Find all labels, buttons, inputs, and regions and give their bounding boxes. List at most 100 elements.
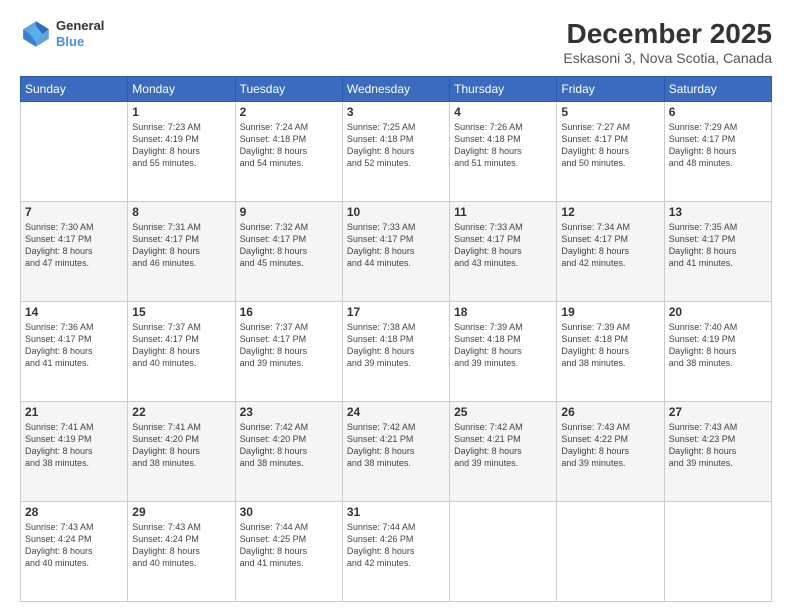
calendar-cell: 27Sunrise: 7:43 AM Sunset: 4:23 PM Dayli… (664, 402, 771, 502)
day-info: Sunrise: 7:23 AM Sunset: 4:19 PM Dayligh… (132, 121, 230, 170)
day-number: 10 (347, 205, 445, 219)
weekday-header-sunday: Sunday (21, 77, 128, 102)
calendar-cell (450, 502, 557, 602)
day-info: Sunrise: 7:40 AM Sunset: 4:19 PM Dayligh… (669, 321, 767, 370)
day-info: Sunrise: 7:43 AM Sunset: 4:24 PM Dayligh… (25, 521, 123, 570)
day-number: 28 (25, 505, 123, 519)
calendar-cell: 24 Sunrise: 7:42 AM Sunset: 4:21 PM Dayli… (342, 402, 449, 502)
calendar-cell: 18 Sunrise: 7:39 AM Sunset: 4:18 PM Dayli… (450, 302, 557, 402)
day-info: Sunrise: 7:38 AM Sunset: 4:18 PM Dayligh… (347, 321, 445, 370)
header: General Blue December 2025 Eskasoni 3, N… (20, 18, 772, 66)
calendar-cell (21, 102, 128, 202)
calendar-cell: 21 Sunrise: 7:41 AM Sunset: 4:19 PM Dayli… (21, 402, 128, 502)
calendar-cell: 17 Sunrise: 7:38 AM Sunset: 4:18 PM Dayli… (342, 302, 449, 402)
calendar-cell: 28 Sunrise: 7:43 AM Sunset: 4:24 PM Dayli… (21, 502, 128, 602)
calendar-cell: 8Sunrise: 7:31 AM Sunset: 4:17 PM Daylig… (128, 202, 235, 302)
day-number: 17 (347, 305, 445, 319)
day-number: 20 (669, 305, 767, 319)
calendar-title: December 2025 (563, 18, 772, 50)
calendar-cell: 23 Sunrise: 7:42 AM Sunset: 4:20 PM Dayli… (235, 402, 342, 502)
day-info: Sunrise: 7:43 AM Sunset: 4:23 PM Dayligh… (669, 421, 767, 470)
day-number: 31 (347, 505, 445, 519)
day-number: 19 (561, 305, 659, 319)
day-number: 18 (454, 305, 552, 319)
day-number: 25 (454, 405, 552, 419)
calendar-cell: 13 Sunrise: 7:35 AM Sunset: 4:17 PM Dayli… (664, 202, 771, 302)
weekday-header-saturday: Saturday (664, 77, 771, 102)
day-info: Sunrise: 7:30 AM Sunset: 4:17 PM Dayligh… (25, 221, 123, 270)
calendar-cell: 30Sunrise: 7:44 AM Sunset: 4:25 PM Dayli… (235, 502, 342, 602)
calendar-cell: 7 Sunrise: 7:30 AM Sunset: 4:17 PM Daylig… (21, 202, 128, 302)
calendar-cell: 1Sunrise: 7:23 AM Sunset: 4:19 PM Daylig… (128, 102, 235, 202)
day-number: 8 (132, 205, 230, 219)
calendar-table: SundayMondayTuesdayWednesdayThursdayFrid… (20, 76, 772, 602)
day-info: Sunrise: 7:33 AM Sunset: 4:17 PM Dayligh… (454, 221, 552, 270)
day-number: 11 (454, 205, 552, 219)
day-number: 9 (240, 205, 338, 219)
day-info: Sunrise: 7:35 AM Sunset: 4:17 PM Dayligh… (669, 221, 767, 270)
day-info: Sunrise: 7:36 AM Sunset: 4:17 PM Dayligh… (25, 321, 123, 370)
day-info: Sunrise: 7:29 AM Sunset: 4:17 PM Dayligh… (669, 121, 767, 170)
day-number: 3 (347, 105, 445, 119)
day-info: Sunrise: 7:42 AM Sunset: 4:21 PM Dayligh… (454, 421, 552, 470)
day-number: 2 (240, 105, 338, 119)
calendar-cell: 6 Sunrise: 7:29 AM Sunset: 4:17 PM Daylig… (664, 102, 771, 202)
logo-line1: General (56, 18, 104, 34)
calendar-cell: 20 Sunrise: 7:40 AM Sunset: 4:19 PM Dayli… (664, 302, 771, 402)
day-number: 13 (669, 205, 767, 219)
day-info: Sunrise: 7:33 AM Sunset: 4:17 PM Dayligh… (347, 221, 445, 270)
day-info: Sunrise: 7:26 AM Sunset: 4:18 PM Dayligh… (454, 121, 552, 170)
logo-line2: Blue (56, 34, 104, 50)
day-info: Sunrise: 7:42 AM Sunset: 4:21 PM Dayligh… (347, 421, 445, 470)
calendar-cell: 19 Sunrise: 7:39 AM Sunset: 4:18 PM Dayli… (557, 302, 664, 402)
day-number: 14 (25, 305, 123, 319)
day-number: 5 (561, 105, 659, 119)
day-number: 23 (240, 405, 338, 419)
day-number: 4 (454, 105, 552, 119)
day-info: Sunrise: 7:43 AM Sunset: 4:22 PM Dayligh… (561, 421, 659, 470)
calendar-cell (664, 502, 771, 602)
page: General Blue December 2025 Eskasoni 3, N… (0, 0, 792, 612)
calendar-cell: 15 Sunrise: 7:37 AM Sunset: 4:17 PM Dayli… (128, 302, 235, 402)
day-number: 7 (25, 205, 123, 219)
day-info: Sunrise: 7:44 AM Sunset: 4:26 PM Dayligh… (347, 521, 445, 570)
calendar-cell: 22 Sunrise: 7:41 AM Sunset: 4:20 PM Dayli… (128, 402, 235, 502)
calendar-cell: 5 Sunrise: 7:27 AM Sunset: 4:17 PM Daylig… (557, 102, 664, 202)
calendar-cell: 16Sunrise: 7:37 AM Sunset: 4:17 PM Dayli… (235, 302, 342, 402)
day-number: 24 (347, 405, 445, 419)
calendar-cell: 12Sunrise: 7:34 AM Sunset: 4:17 PM Dayli… (557, 202, 664, 302)
day-number: 29 (132, 505, 230, 519)
day-number: 16 (240, 305, 338, 319)
calendar-cell: 10 Sunrise: 7:33 AM Sunset: 4:17 PM Dayli… (342, 202, 449, 302)
weekday-header-monday: Monday (128, 77, 235, 102)
day-info: Sunrise: 7:42 AM Sunset: 4:20 PM Dayligh… (240, 421, 338, 470)
calendar-cell: 29Sunrise: 7:43 AM Sunset: 4:24 PM Dayli… (128, 502, 235, 602)
calendar-subtitle: Eskasoni 3, Nova Scotia, Canada (563, 50, 772, 66)
day-number: 12 (561, 205, 659, 219)
title-block: December 2025 Eskasoni 3, Nova Scotia, C… (563, 18, 772, 66)
week-row-2: 14 Sunrise: 7:36 AM Sunset: 4:17 PM Dayli… (21, 302, 772, 402)
calendar-cell: 3Sunrise: 7:25 AM Sunset: 4:18 PM Daylig… (342, 102, 449, 202)
calendar-cell: 26Sunrise: 7:43 AM Sunset: 4:22 PM Dayli… (557, 402, 664, 502)
day-info: Sunrise: 7:41 AM Sunset: 4:19 PM Dayligh… (25, 421, 123, 470)
weekday-header-row: SundayMondayTuesdayWednesdayThursdayFrid… (21, 77, 772, 102)
day-info: Sunrise: 7:37 AM Sunset: 4:17 PM Dayligh… (132, 321, 230, 370)
logo: General Blue (20, 18, 104, 50)
week-row-1: 7 Sunrise: 7:30 AM Sunset: 4:17 PM Daylig… (21, 202, 772, 302)
week-row-0: 1Sunrise: 7:23 AM Sunset: 4:19 PM Daylig… (21, 102, 772, 202)
day-info: Sunrise: 7:39 AM Sunset: 4:18 PM Dayligh… (561, 321, 659, 370)
day-number: 15 (132, 305, 230, 319)
day-info: Sunrise: 7:27 AM Sunset: 4:17 PM Dayligh… (561, 121, 659, 170)
day-info: Sunrise: 7:41 AM Sunset: 4:20 PM Dayligh… (132, 421, 230, 470)
calendar-cell: 9Sunrise: 7:32 AM Sunset: 4:17 PM Daylig… (235, 202, 342, 302)
calendar-cell: 14 Sunrise: 7:36 AM Sunset: 4:17 PM Dayli… (21, 302, 128, 402)
day-number: 6 (669, 105, 767, 119)
logo-text: General Blue (56, 18, 104, 49)
calendar-cell: 4 Sunrise: 7:26 AM Sunset: 4:18 PM Daylig… (450, 102, 557, 202)
day-number: 22 (132, 405, 230, 419)
day-info: Sunrise: 7:39 AM Sunset: 4:18 PM Dayligh… (454, 321, 552, 370)
calendar-cell (557, 502, 664, 602)
calendar-cell: 11 Sunrise: 7:33 AM Sunset: 4:17 PM Dayli… (450, 202, 557, 302)
weekday-header-tuesday: Tuesday (235, 77, 342, 102)
day-number: 21 (25, 405, 123, 419)
